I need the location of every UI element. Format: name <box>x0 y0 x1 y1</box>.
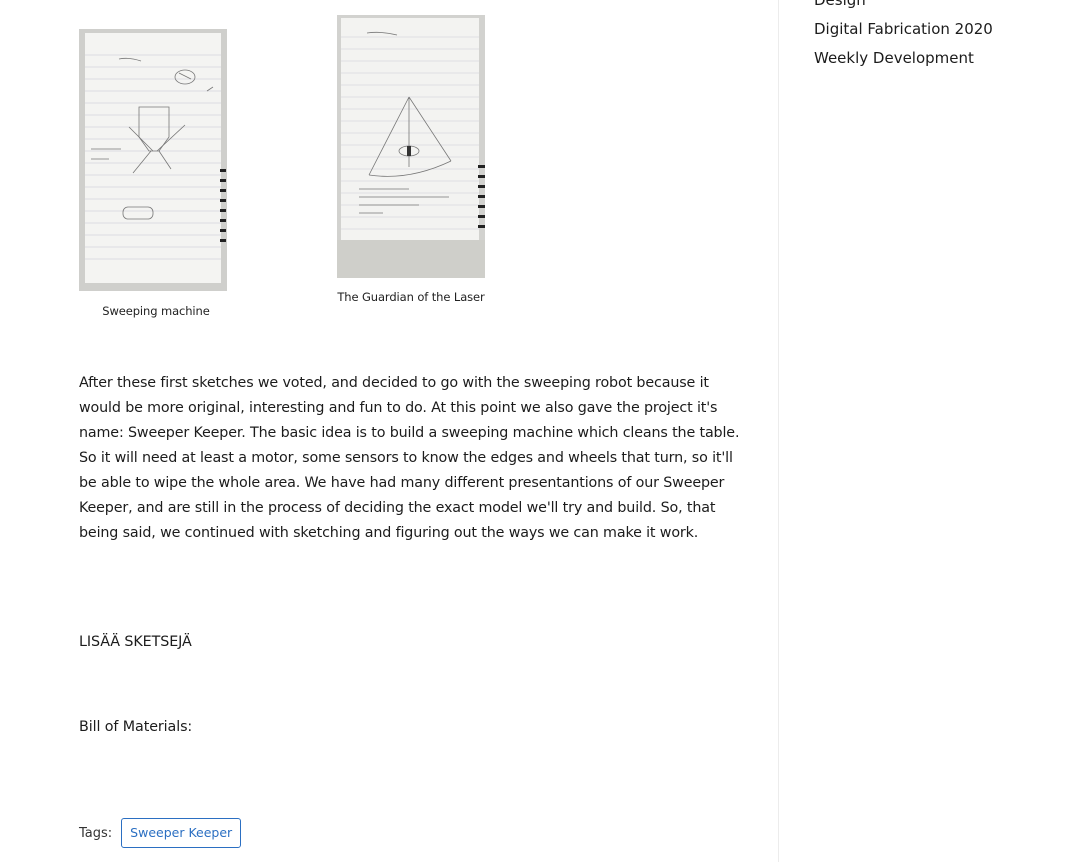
tags-row: Tags: Sweeper Keeper <box>79 818 242 848</box>
tags-label: Tags: <box>79 825 113 841</box>
figure-caption: Sweeping machine <box>102 304 210 318</box>
notebook-sketch-icon <box>79 29 227 291</box>
notebook-sketch-icon <box>337 15 485 278</box>
figure-sweeping-machine: Sweeping machine <box>79 29 235 318</box>
sidebar-category-list: Design Digital Fabrication 2020 Weekly D… <box>814 0 993 73</box>
figure-guardian-of-laser: The Guardian of the Laser <box>335 15 487 304</box>
bill-of-materials-heading: Bill of Materials: <box>79 719 193 735</box>
sidebar-item-design[interactable]: Design <box>814 0 993 15</box>
sketch-photo-sweeper[interactable] <box>79 29 227 291</box>
article-content: Sweeping machine The Guardian of the Las… <box>0 0 778 862</box>
tag-sweeper-keeper[interactable]: Sweeper Keeper <box>121 818 242 848</box>
sketch-photo-guardian[interactable] <box>337 15 485 278</box>
sidebar-item-digital-fabrication-2020[interactable]: Digital Fabrication 2020 <box>814 15 993 44</box>
article-paragraph: After these first sketches we voted, and… <box>79 375 740 541</box>
sidebar: Design Digital Fabrication 2020 Weekly D… <box>779 0 1082 862</box>
more-sketches-heading: LISÄÄ SKETSEJÄ <box>79 634 192 650</box>
sidebar-item-weekly-development[interactable]: Weekly Development <box>814 44 993 73</box>
figure-caption: The Guardian of the Laser <box>337 290 485 304</box>
